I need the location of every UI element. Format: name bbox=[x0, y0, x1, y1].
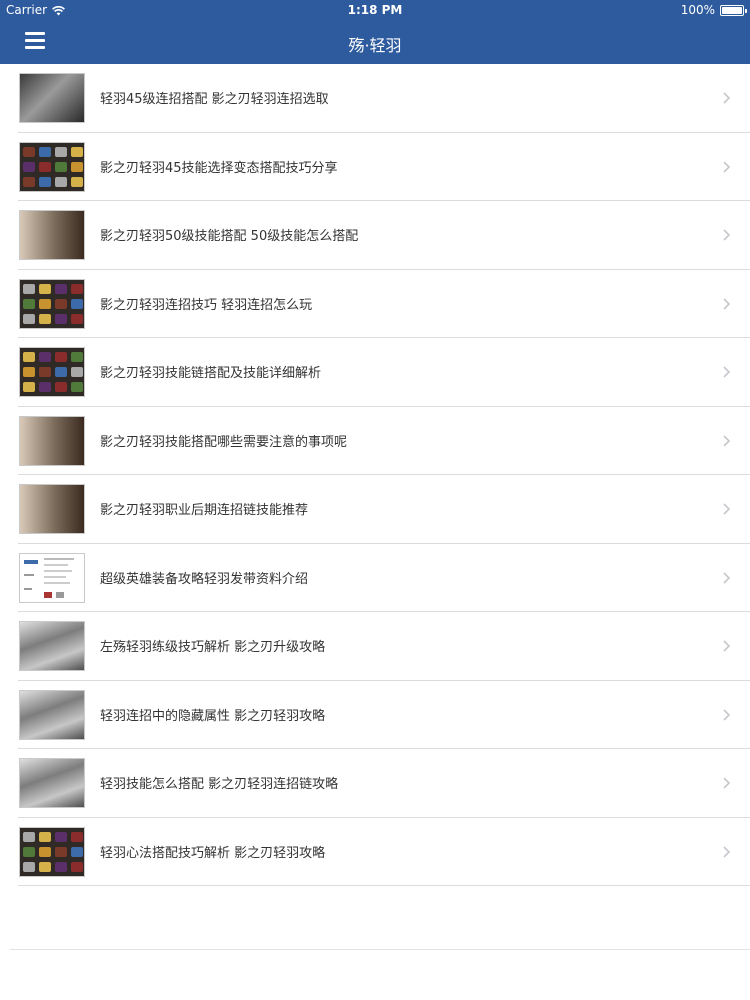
list-item[interactable]: 影之刃轻羽连招技巧 轻羽连招怎么玩 bbox=[0, 270, 750, 339]
chevron-right-icon bbox=[723, 366, 731, 378]
battery-icon bbox=[720, 4, 747, 16]
list-item[interactable]: 超级英雄装备攻略轻羽发带资料介绍 bbox=[0, 544, 750, 613]
status-time: 1:18 PM bbox=[347, 3, 403, 17]
chevron-right-icon bbox=[723, 503, 731, 515]
article-thumbnail bbox=[19, 73, 85, 123]
article-title: 影之刃轻羽50级技能搭配 50级技能怎么搭配 bbox=[100, 229, 359, 244]
list-item[interactable]: 轻羽技能怎么搭配 影之刃轻羽连招链攻略 bbox=[0, 749, 750, 818]
article-title: 轻羽连招中的隐藏属性 影之刃轻羽攻略 bbox=[100, 708, 326, 724]
status-right: 100% bbox=[680, 3, 747, 17]
article-title: 影之刃轻羽45技能选择变态搭配技巧分享 bbox=[100, 160, 338, 176]
article-title: 影之刃轻羽职业后期连招链技能推荐 bbox=[100, 503, 309, 518]
article-thumbnail bbox=[19, 141, 85, 192]
chevron-right-icon bbox=[723, 229, 731, 241]
bottom-divider bbox=[10, 949, 750, 950]
list-item[interactable]: 影之刃轻羽技能链搭配及技能详细解析 bbox=[0, 338, 750, 407]
list-item[interactable]: 影之刃轻羽技能搭配哪些需要注意的事项呢 bbox=[0, 407, 750, 476]
status-bar: Carrier 1:18 PM 100% bbox=[0, 0, 750, 20]
page-title: 殇·轻羽 bbox=[348, 36, 402, 55]
article-title: 轻羽45级连招搭配 影之刃轻羽连招选取 bbox=[100, 92, 329, 107]
chevron-right-icon bbox=[723, 845, 731, 858]
article-thumbnail bbox=[19, 347, 85, 397]
chevron-right-icon bbox=[723, 92, 731, 104]
article-thumbnail bbox=[19, 758, 85, 808]
article-title: 轻羽心法搭配技巧解析 影之刃轻羽攻略 bbox=[100, 845, 326, 861]
list-item[interactable]: 左殇轻羽练级技巧解析 影之刃升级攻略 bbox=[0, 612, 750, 681]
list-item[interactable]: 影之刃轻羽50级技能搭配 50级技能怎么搭配 bbox=[0, 201, 750, 270]
chevron-right-icon bbox=[723, 571, 731, 584]
list-item[interactable]: 轻羽45级连招搭配 影之刃轻羽连招选取 bbox=[0, 64, 750, 133]
list-item[interactable]: 影之刃轻羽职业后期连招链技能推荐 bbox=[0, 475, 750, 544]
navigation-bar: 殇·轻羽 bbox=[0, 20, 750, 64]
article-list: 轻羽45级连招搭配 影之刃轻羽连招选取 影之刃轻羽45技能选择变态搭配技巧分享 影之… bbox=[0, 64, 750, 886]
article-thumbnail bbox=[19, 621, 85, 671]
article-thumbnail bbox=[19, 210, 85, 260]
chevron-right-icon bbox=[723, 777, 731, 789]
article-thumbnail bbox=[19, 552, 85, 603]
list-item[interactable]: 轻羽连招中的隐藏属性 影之刃轻羽攻略 bbox=[0, 681, 750, 750]
chevron-right-icon bbox=[723, 640, 731, 652]
article-title: 超级英雄装备攻略轻羽发带资料介绍 bbox=[100, 571, 309, 587]
chevron-right-icon bbox=[723, 160, 731, 173]
article-title: 轻羽技能怎么搭配 影之刃轻羽连招链攻略 bbox=[100, 777, 339, 792]
chevron-right-icon bbox=[723, 297, 731, 310]
article-title: 影之刃轻羽连招技巧 轻羽连招怎么玩 bbox=[100, 297, 313, 313]
battery-percent: 100% bbox=[680, 3, 715, 17]
list-item[interactable]: 影之刃轻羽45技能选择变态搭配技巧分享 bbox=[0, 133, 750, 202]
article-thumbnail bbox=[19, 689, 85, 740]
chevron-right-icon bbox=[723, 708, 731, 721]
article-title: 左殇轻羽练级技巧解析 影之刃升级攻略 bbox=[100, 640, 326, 655]
article-thumbnail bbox=[19, 278, 85, 329]
article-thumbnail bbox=[19, 484, 85, 534]
chevron-right-icon bbox=[723, 434, 731, 447]
article-title: 影之刃轻羽技能搭配哪些需要注意的事项呢 bbox=[100, 434, 348, 450]
top-bar: Carrier 1:18 PM 100% 殇·轻羽 bbox=[0, 0, 750, 64]
list-item[interactable]: 轻羽心法搭配技巧解析 影之刃轻羽攻略 bbox=[0, 818, 750, 887]
article-title: 影之刃轻羽技能链搭配及技能详细解析 bbox=[100, 366, 322, 381]
article-thumbnail bbox=[19, 415, 85, 466]
article-thumbnail bbox=[19, 826, 85, 877]
